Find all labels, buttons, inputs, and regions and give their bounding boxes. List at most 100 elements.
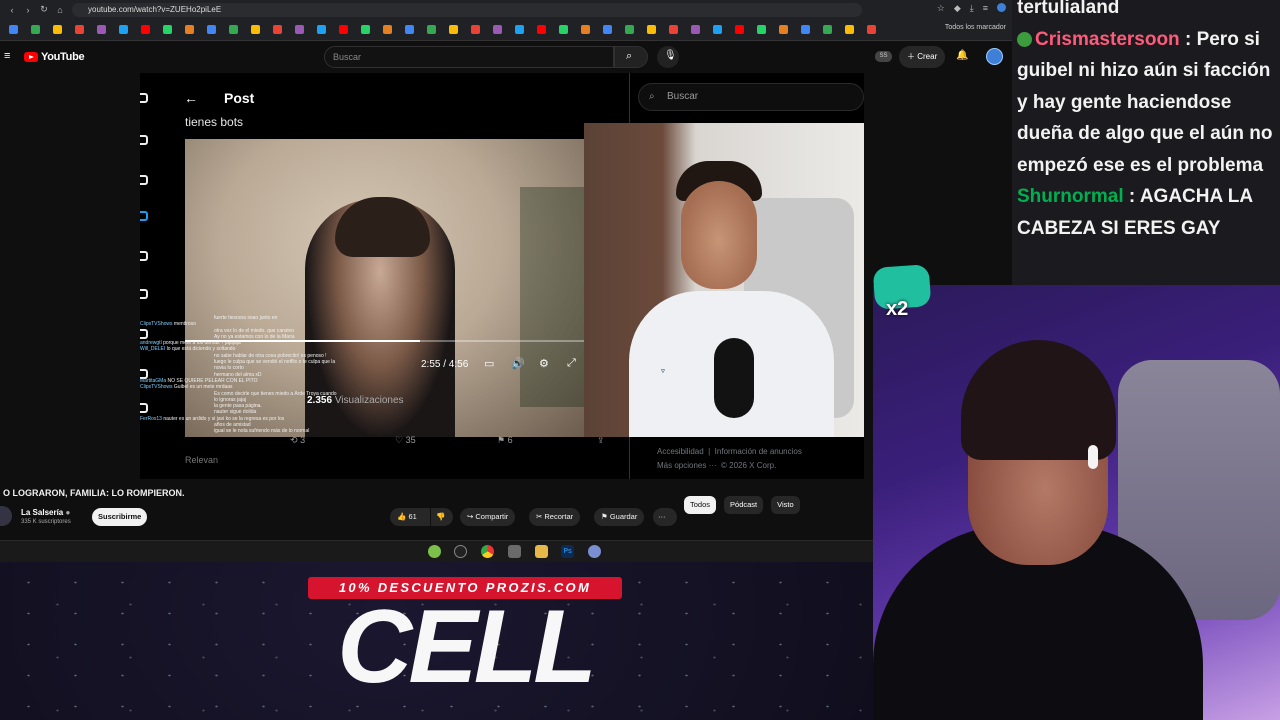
bookmark-favicon-icon[interactable]	[713, 25, 722, 34]
back-arrow-icon[interactable]: ←	[184, 90, 198, 106]
bookmark-favicon-icon[interactable]	[647, 25, 656, 34]
youtube-logo[interactable]: YouTube	[24, 51, 85, 63]
footer-more[interactable]: Más opciones ···	[657, 461, 717, 470]
bookmark-favicon-icon[interactable]	[427, 25, 436, 34]
relevant-sort[interactable]: Relevan	[185, 455, 218, 465]
chip-all[interactable]: Todos	[684, 496, 717, 514]
bookmark-favicon-icon[interactable]	[273, 25, 282, 34]
youtube-search-input[interactable]: Buscar	[324, 46, 614, 68]
repost-button[interactable]: ⟲ 3	[290, 435, 305, 446]
star-icon[interactable]: ☆	[937, 3, 945, 14]
bookmark-favicon-icon[interactable]	[691, 25, 700, 34]
bookmark-favicon-icon[interactable]	[559, 25, 568, 34]
bookmark-favicon-icon[interactable]	[669, 25, 678, 34]
bookmark-favicon-icon[interactable]	[317, 25, 326, 34]
fullscreen-icon[interactable]: ⤢	[567, 357, 576, 370]
bell-icon[interactable]: 🔔	[956, 50, 968, 61]
clip-button[interactable]: ✂ Recortar	[529, 508, 581, 526]
sidebar-icon[interactable]	[140, 251, 148, 261]
channel-avatar[interactable]	[0, 506, 12, 526]
avatar[interactable]	[986, 48, 1003, 65]
photoshop-icon[interactable]: Ps	[561, 545, 574, 558]
chip-podcast[interactable]: Pódcast	[724, 496, 764, 514]
bookmark-favicon-icon[interactable]	[31, 25, 40, 34]
sidebar-icon[interactable]	[140, 211, 148, 221]
subscribe-button[interactable]: Suscribirme	[92, 508, 148, 526]
bookmark-favicon-icon[interactable]	[295, 25, 304, 34]
bookmark-favicon-icon[interactable]	[867, 25, 876, 34]
folder-icon[interactable]	[535, 545, 548, 558]
bookmark-favicon-icon[interactable]	[185, 25, 194, 34]
save-button[interactable]: ⚑ Guardar	[594, 508, 645, 526]
app-icon[interactable]	[508, 545, 521, 558]
bookmark-favicon-icon[interactable]	[471, 25, 480, 34]
like-button[interactable]: 👍 61	[390, 508, 430, 526]
menu-icon[interactable]: ≡	[983, 3, 988, 14]
chip-watched[interactable]: Visto	[771, 496, 800, 514]
bookmark-favicon-icon[interactable]	[229, 25, 238, 34]
search-icon: ⌕	[626, 50, 633, 62]
bookmark-favicon-icon[interactable]	[823, 25, 832, 34]
bookmark-favicon-icon[interactable]	[493, 25, 502, 34]
bookmark-favicon-icon[interactable]	[581, 25, 590, 34]
download-icon[interactable]: ⤓	[970, 3, 974, 14]
x-search-input[interactable]: ⌕ Buscar	[638, 83, 864, 111]
bookmark-favicon-icon[interactable]	[625, 25, 634, 34]
chrome-icon[interactable]	[481, 545, 494, 558]
bookmark-favicon-icon[interactable]	[735, 25, 744, 34]
bookmark-favicon-icon[interactable]	[119, 25, 128, 34]
sidebar-icon[interactable]	[140, 289, 148, 299]
bookmark-favicon-icon[interactable]	[779, 25, 788, 34]
share-button[interactable]: ↪ Compartir	[460, 508, 516, 526]
bookmark-favicon-icon[interactable]	[339, 25, 348, 34]
search-button[interactable]: ⌕	[614, 46, 648, 68]
bookmark-favicon-icon[interactable]	[163, 25, 172, 34]
volume-icon[interactable]: 🔊	[511, 357, 525, 370]
bookmark-favicon-icon[interactable]	[207, 25, 216, 34]
footer-accessibility[interactable]: Accesibilidad	[657, 447, 704, 456]
bookmark-favicon-icon[interactable]	[757, 25, 766, 34]
address-bar[interactable]: youtube.com/watch?v=ZUEHo2piLeE	[72, 3, 862, 17]
bookmark-favicon-icon[interactable]	[361, 25, 370, 34]
create-button[interactable]: ＋ Crear	[899, 46, 946, 68]
extension-icon[interactable]: ◆	[954, 3, 961, 14]
sidebar-icon[interactable]	[140, 93, 148, 103]
bookmark-favicon-icon[interactable]	[75, 25, 84, 34]
dislike-button[interactable]: 👎	[431, 508, 453, 526]
bookmark-favicon-icon[interactable]	[141, 25, 150, 34]
overlay-chat-user: MartitaGMa	[140, 377, 167, 384]
bookmark-favicon-icon[interactable]	[9, 25, 18, 34]
more-button[interactable]: ···	[653, 508, 677, 526]
app-icon[interactable]	[428, 545, 441, 558]
bookmark-favicon-icon[interactable]	[845, 25, 854, 34]
voice-search-button[interactable]: 🎙	[657, 46, 679, 68]
bookmark-favicon-icon[interactable]	[405, 25, 414, 34]
profile-icon[interactable]	[997, 3, 1006, 12]
bookmark-favicon-icon[interactable]	[603, 25, 612, 34]
bookmark-favicon-icon[interactable]	[97, 25, 106, 34]
back-icon[interactable]: ‹	[4, 5, 20, 15]
footer-ads-info[interactable]: Información de anuncios	[715, 447, 802, 456]
like-button[interactable]: ♡ 35	[395, 435, 416, 446]
sidebar-icon[interactable]	[140, 135, 148, 145]
captions-icon[interactable]: ▭	[484, 357, 494, 370]
bookmark-favicon-icon[interactable]	[449, 25, 458, 34]
app-icon[interactable]	[588, 545, 601, 558]
menu-icon[interactable]: ≡	[4, 50, 10, 62]
bookmark-button[interactable]: ⚑ 6	[497, 435, 513, 446]
settings-icon[interactable]: ⚙	[539, 357, 549, 370]
bookmark-favicon-icon[interactable]	[251, 25, 260, 34]
bookmark-favicon-icon[interactable]	[515, 25, 524, 34]
overlay-chat-text: NO SE QUIERE PELEAR CON EL PITO	[167, 377, 258, 384]
bookmark-favicon-icon[interactable]	[53, 25, 62, 34]
forward-icon[interactable]: ›	[20, 5, 36, 15]
home-icon[interactable]: ⌂	[52, 5, 68, 15]
bookmark-favicon-icon[interactable]	[537, 25, 546, 34]
sidebar-icon[interactable]	[140, 175, 148, 185]
channel-name[interactable]: La Salsería ●	[21, 508, 70, 517]
bookmark-favicon-icon[interactable]	[801, 25, 810, 34]
bookmark-favicon-icon[interactable]	[383, 25, 392, 34]
all-bookmarks-folder[interactable]: Todos los marcador	[945, 24, 1006, 31]
app-icon[interactable]	[454, 545, 467, 558]
reload-icon[interactable]: ↻	[36, 4, 52, 15]
